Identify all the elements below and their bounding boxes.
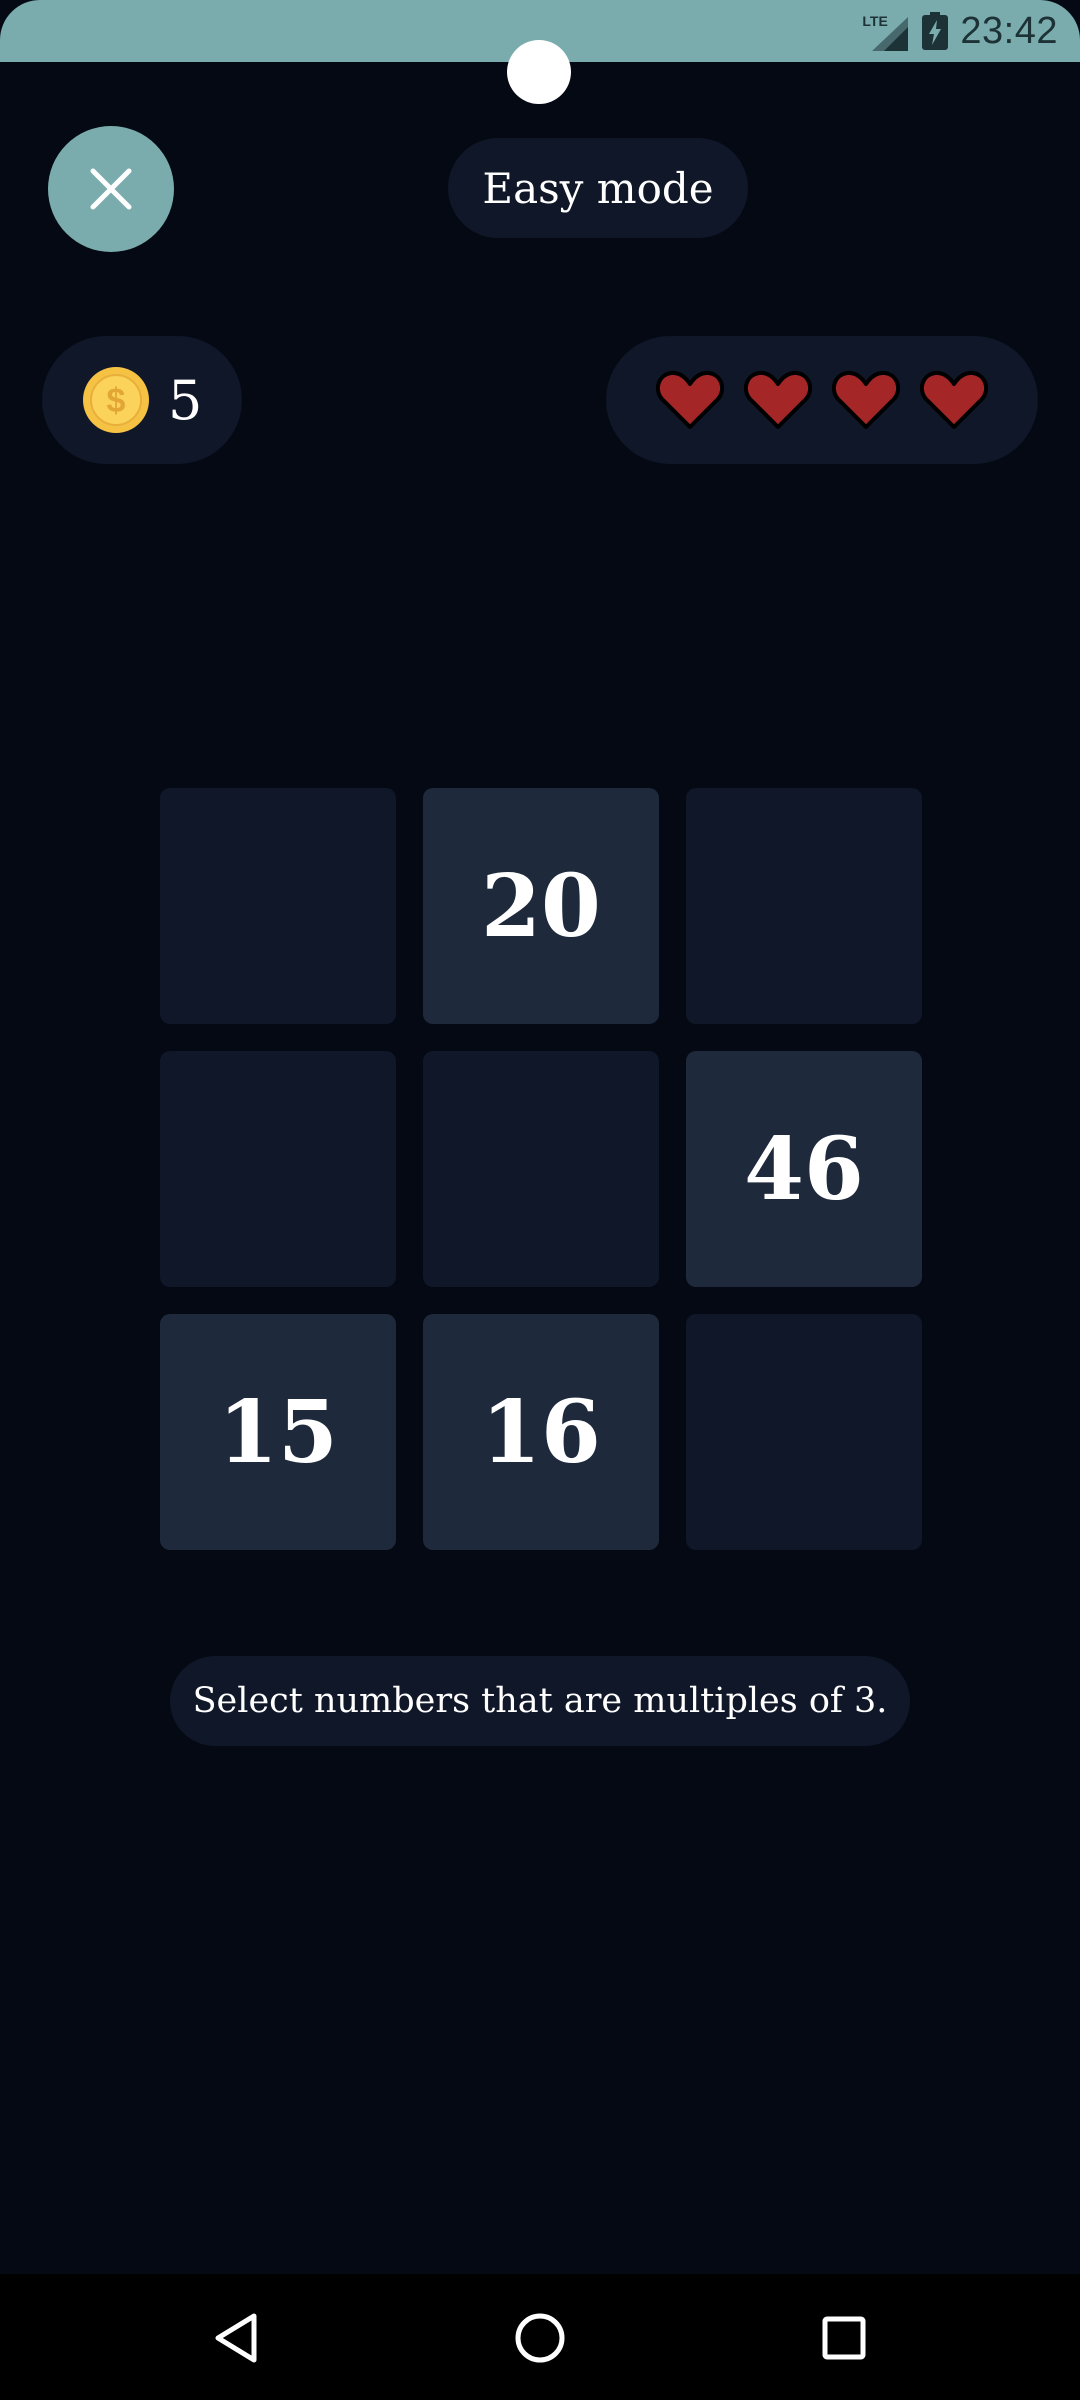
grid-tile[interactable] (160, 1051, 396, 1287)
heart-icon (656, 370, 724, 429)
navigation-bar (0, 2274, 1080, 2400)
recents-square-icon (822, 2316, 866, 2360)
grid-tile[interactable] (686, 788, 922, 1024)
heart-icon (744, 370, 812, 429)
lives-indicator (606, 336, 1038, 464)
close-icon (90, 168, 132, 210)
back-button[interactable] (198, 2300, 274, 2376)
grid-tile[interactable]: 15 (160, 1314, 396, 1550)
grid-tile[interactable] (160, 788, 396, 1024)
status-icons: LTE 23:42 (862, 8, 1058, 54)
coin-icon: $ (83, 367, 149, 433)
grid-tile[interactable] (686, 1314, 922, 1550)
home-circle-icon (515, 2313, 565, 2363)
coin-count: 5 (168, 368, 203, 432)
instruction-text: Select numbers that are multiples of 3. (170, 1656, 910, 1746)
coin-counter: $ 5 (42, 336, 242, 464)
back-triangle-icon (215, 2313, 257, 2363)
home-button[interactable] (502, 2300, 578, 2376)
clock: 23:42 (960, 9, 1058, 52)
grid-tile[interactable]: 20 (423, 788, 659, 1024)
heart-icon (920, 370, 988, 429)
number-grid: 20 46 15 16 (160, 788, 922, 1550)
heart-icon (832, 370, 900, 429)
camera-cutout (507, 40, 571, 104)
mode-label: Easy mode (448, 138, 748, 238)
close-button[interactable] (48, 126, 174, 252)
svg-text:$: $ (107, 382, 126, 420)
grid-tile[interactable] (423, 1051, 659, 1287)
grid-tile[interactable]: 16 (423, 1314, 659, 1550)
battery-icon (922, 12, 949, 50)
grid-tile[interactable]: 46 (686, 1051, 922, 1287)
signal-icon: LTE (862, 11, 910, 51)
recents-button[interactable] (806, 2300, 882, 2376)
